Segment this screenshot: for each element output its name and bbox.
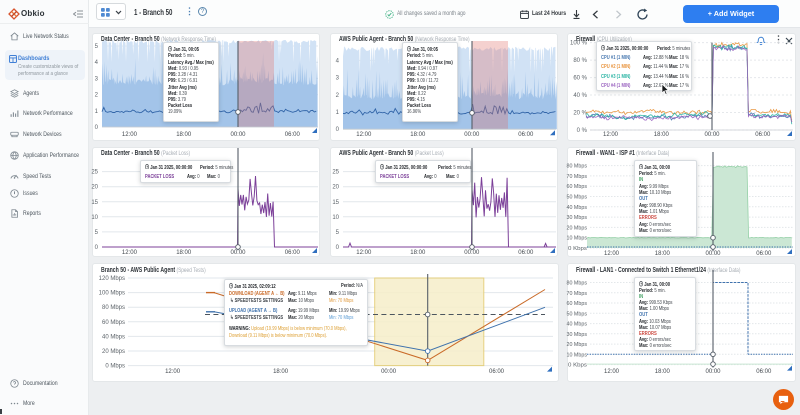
svg-text:2: 2: [95, 93, 99, 99]
svg-text:80 %: 80 %: [573, 58, 587, 64]
svg-text:00:00: 00:00: [705, 369, 721, 375]
svg-text:80 Mbps: 80 Mbps: [567, 164, 588, 170]
svg-text:12:00: 12:00: [356, 250, 372, 256]
svg-text:5: 5: [95, 44, 99, 50]
svg-text:15: 15: [332, 200, 339, 206]
svg-text:12:00: 12:00: [604, 369, 620, 375]
svg-text:3: 3: [95, 76, 99, 82]
svg-text:40 %: 40 %: [573, 93, 587, 99]
svg-text:20: 20: [332, 185, 339, 191]
svg-text:60 Mbps: 60 Mbps: [567, 301, 588, 307]
svg-text:12:00: 12:00: [165, 369, 181, 375]
svg-text:60 %: 60 %: [573, 76, 587, 82]
svg-text:30 Mbps: 30 Mbps: [567, 215, 588, 221]
svg-text:12:00: 12:00: [604, 251, 620, 257]
svg-text:0 %: 0 %: [577, 128, 588, 134]
svg-text:2: 2: [336, 93, 340, 99]
svg-text:0: 0: [336, 245, 340, 251]
svg-text:06:00: 06:00: [489, 369, 505, 375]
svg-text:60 Mbps: 60 Mbps: [567, 184, 588, 190]
svg-text:0: 0: [95, 125, 99, 131]
svg-text:06:00: 06:00: [518, 132, 534, 138]
svg-text:10 Mbps: 10 Mbps: [567, 352, 588, 358]
svg-text:5: 5: [336, 230, 340, 236]
svg-text:18:00: 18:00: [410, 250, 426, 256]
svg-text:25: 25: [332, 170, 339, 176]
svg-text:06:00: 06:00: [285, 132, 301, 138]
svg-text:12:00: 12:00: [603, 132, 619, 138]
svg-text:100 %: 100 %: [570, 41, 588, 47]
svg-text:80 Mbps: 80 Mbps: [567, 281, 588, 287]
svg-text:00:00: 00:00: [464, 132, 480, 138]
svg-text:00:00: 00:00: [705, 251, 721, 257]
svg-text:12:00: 12:00: [122, 250, 138, 256]
svg-text:30 Mbps: 30 Mbps: [567, 332, 588, 338]
svg-text:18:00: 18:00: [176, 250, 192, 256]
svg-text:0 Mbps: 0 Mbps: [105, 364, 125, 370]
svg-text:12:00: 12:00: [356, 132, 372, 138]
svg-text:50 Mbps: 50 Mbps: [567, 195, 588, 201]
svg-text:70 Mbps: 70 Mbps: [567, 174, 588, 180]
svg-text:06:00: 06:00: [756, 251, 772, 257]
svg-text:0 Kbps: 0 Kbps: [568, 363, 587, 369]
svg-text:06:00: 06:00: [518, 250, 534, 256]
svg-text:06:00: 06:00: [755, 132, 771, 138]
svg-text:10 Mbps: 10 Mbps: [567, 236, 588, 242]
svg-text:20 Mbps: 20 Mbps: [102, 349, 125, 355]
svg-text:06:00: 06:00: [285, 250, 301, 256]
svg-text:06:00: 06:00: [756, 369, 772, 375]
svg-text:10: 10: [91, 215, 98, 221]
svg-text:00:00: 00:00: [464, 250, 480, 256]
svg-text:1: 1: [336, 110, 340, 116]
svg-text:5: 5: [95, 230, 99, 236]
svg-text:100 Mbps: 100 Mbps: [99, 291, 125, 297]
svg-text:4: 4: [336, 58, 340, 64]
svg-text:18:00: 18:00: [655, 369, 671, 375]
svg-text:80 Mbps: 80 Mbps: [102, 305, 125, 311]
svg-text:4: 4: [95, 60, 99, 66]
svg-text:00:00: 00:00: [381, 369, 397, 375]
svg-text:20 %: 20 %: [573, 111, 587, 117]
svg-text:18:00: 18:00: [176, 132, 192, 138]
svg-text:50 Mbps: 50 Mbps: [567, 311, 588, 317]
svg-text:40 Mbps: 40 Mbps: [102, 334, 125, 340]
svg-text:0: 0: [336, 127, 340, 133]
svg-text:40 Mbps: 40 Mbps: [567, 322, 588, 328]
svg-text:00:00: 00:00: [704, 132, 720, 138]
svg-text:20: 20: [91, 185, 98, 191]
svg-text:00:00: 00:00: [230, 250, 246, 256]
svg-text:12:00: 12:00: [122, 132, 138, 138]
svg-text:25: 25: [91, 170, 98, 176]
svg-text:3: 3: [336, 76, 340, 82]
svg-text:15: 15: [91, 200, 98, 206]
svg-text:18:00: 18:00: [654, 132, 670, 138]
svg-text:0: 0: [95, 245, 99, 251]
svg-text:70 Mbps: 70 Mbps: [567, 291, 588, 297]
svg-text:1: 1: [95, 109, 99, 115]
svg-text:20 Mbps: 20 Mbps: [567, 225, 588, 231]
svg-text:40 Mbps: 40 Mbps: [567, 205, 588, 211]
svg-text:20 Mbps: 20 Mbps: [567, 342, 588, 348]
svg-text:60 Mbps: 60 Mbps: [102, 320, 125, 326]
svg-text:18:00: 18:00: [655, 251, 671, 257]
svg-text:10: 10: [332, 215, 339, 221]
svg-text:00:00: 00:00: [230, 132, 246, 138]
svg-text:18:00: 18:00: [410, 132, 426, 138]
svg-text:120 Mbps: 120 Mbps: [99, 276, 125, 282]
svg-text:18:00: 18:00: [273, 369, 289, 375]
svg-text:0 Kbps: 0 Kbps: [568, 246, 587, 252]
